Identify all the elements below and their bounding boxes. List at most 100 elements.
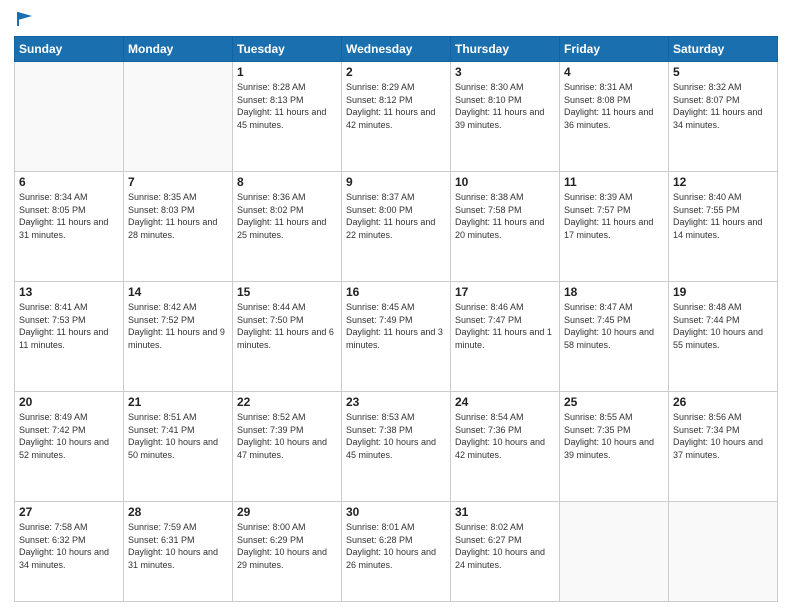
table-row: 12Sunrise: 8:40 AM Sunset: 7:55 PM Dayli… — [669, 172, 778, 282]
table-row — [560, 502, 669, 602]
day-info: Sunrise: 8:28 AM Sunset: 8:13 PM Dayligh… — [237, 81, 337, 131]
day-info: Sunrise: 8:40 AM Sunset: 7:55 PM Dayligh… — [673, 191, 773, 241]
table-row: 4 Sunrise: 8:31 AM Sunset: 8:08 PM Daylig… — [560, 62, 669, 172]
col-monday: Monday — [124, 37, 233, 62]
table-row: 27 Sunrise: 7:58 AM Sunset: 6:32 PM Dayli… — [15, 502, 124, 602]
table-row — [15, 62, 124, 172]
table-row: 1 Sunrise: 8:28 AM Sunset: 8:13 PM Daylig… — [233, 62, 342, 172]
day-info: Sunrise: 8:35 AM Sunset: 8:03 PM Dayligh… — [128, 191, 228, 241]
col-friday: Friday — [560, 37, 669, 62]
table-row: 22Sunrise: 8:52 AM Sunset: 7:39 PM Dayli… — [233, 392, 342, 502]
table-row: 14 Sunrise: 8:42 AM Sunset: 7:52 PM Dayli… — [124, 282, 233, 392]
day-number: 5 — [673, 65, 773, 79]
day-number: 20 — [19, 395, 119, 409]
table-row: 24 Sunrise: 8:54 AM Sunset: 7:36 PM Dayli… — [451, 392, 560, 502]
day-number: 30 — [346, 505, 446, 519]
page: Sunday Monday Tuesday Wednesday Thursday… — [0, 0, 792, 612]
day-info: Sunrise: 8:54 AM Sunset: 7:36 PM Dayligh… — [455, 411, 555, 461]
day-number: 28 — [128, 505, 228, 519]
table-row: 29 Sunrise: 8:00 AM Sunset: 6:29 PM Dayli… — [233, 502, 342, 602]
table-row: 16Sunrise: 8:45 AM Sunset: 7:49 PM Dayli… — [342, 282, 451, 392]
day-number: 7 — [128, 175, 228, 189]
day-info: Sunrise: 8:44 AM Sunset: 7:50 PM Dayligh… — [237, 301, 337, 351]
col-tuesday: Tuesday — [233, 37, 342, 62]
table-row: 17Sunrise: 8:46 AM Sunset: 7:47 PM Dayli… — [451, 282, 560, 392]
calendar-week-row: 6 Sunrise: 8:34 AM Sunset: 8:05 PM Daylig… — [15, 172, 778, 282]
day-info: Sunrise: 8:56 AM Sunset: 7:34 PM Dayligh… — [673, 411, 773, 461]
col-sunday: Sunday — [15, 37, 124, 62]
table-row: 3 Sunrise: 8:30 AM Sunset: 8:10 PM Daylig… — [451, 62, 560, 172]
day-number: 11 — [564, 175, 664, 189]
day-info: Sunrise: 8:49 AM Sunset: 7:42 PM Dayligh… — [19, 411, 119, 461]
day-info: Sunrise: 8:38 AM Sunset: 7:58 PM Dayligh… — [455, 191, 555, 241]
table-row: 26 Sunrise: 8:56 AM Sunset: 7:34 PM Dayli… — [669, 392, 778, 502]
table-row — [124, 62, 233, 172]
col-thursday: Thursday — [451, 37, 560, 62]
table-row: 13 Sunrise: 8:41 AM Sunset: 7:53 PM Dayli… — [15, 282, 124, 392]
col-saturday: Saturday — [669, 37, 778, 62]
logo-flag-icon — [16, 10, 34, 28]
day-number: 3 — [455, 65, 555, 79]
day-info: Sunrise: 8:41 AM Sunset: 7:53 PM Dayligh… — [19, 301, 119, 351]
table-row: 9Sunrise: 8:37 AM Sunset: 8:00 PM Daylig… — [342, 172, 451, 282]
day-info: Sunrise: 8:36 AM Sunset: 8:02 PM Dayligh… — [237, 191, 337, 241]
day-info: Sunrise: 8:42 AM Sunset: 7:52 PM Dayligh… — [128, 301, 228, 351]
table-row: 21Sunrise: 8:51 AM Sunset: 7:41 PM Dayli… — [124, 392, 233, 502]
day-number: 1 — [237, 65, 337, 79]
day-info: Sunrise: 8:29 AM Sunset: 8:12 PM Dayligh… — [346, 81, 446, 131]
day-number: 22 — [237, 395, 337, 409]
day-number: 15 — [237, 285, 337, 299]
day-number: 27 — [19, 505, 119, 519]
day-info: Sunrise: 8:01 AM Sunset: 6:28 PM Dayligh… — [346, 521, 446, 571]
calendar-week-row: 20 Sunrise: 8:49 AM Sunset: 7:42 PM Dayli… — [15, 392, 778, 502]
day-number: 23 — [346, 395, 446, 409]
day-info: Sunrise: 7:58 AM Sunset: 6:32 PM Dayligh… — [19, 521, 119, 571]
table-row: 8 Sunrise: 8:36 AM Sunset: 8:02 PM Daylig… — [233, 172, 342, 282]
day-info: Sunrise: 8:55 AM Sunset: 7:35 PM Dayligh… — [564, 411, 664, 461]
table-row: 18 Sunrise: 8:47 AM Sunset: 7:45 PM Dayli… — [560, 282, 669, 392]
day-number: 24 — [455, 395, 555, 409]
day-info: Sunrise: 8:00 AM Sunset: 6:29 PM Dayligh… — [237, 521, 337, 571]
day-info: Sunrise: 8:34 AM Sunset: 8:05 PM Dayligh… — [19, 191, 119, 241]
table-row: 5Sunrise: 8:32 AM Sunset: 8:07 PM Daylig… — [669, 62, 778, 172]
calendar-week-row: 27 Sunrise: 7:58 AM Sunset: 6:32 PM Dayli… — [15, 502, 778, 602]
day-info: Sunrise: 8:37 AM Sunset: 8:00 PM Dayligh… — [346, 191, 446, 241]
day-number: 6 — [19, 175, 119, 189]
day-number: 29 — [237, 505, 337, 519]
table-row: 28 Sunrise: 7:59 AM Sunset: 6:31 PM Dayli… — [124, 502, 233, 602]
day-number: 26 — [673, 395, 773, 409]
day-info: Sunrise: 8:48 AM Sunset: 7:44 PM Dayligh… — [673, 301, 773, 351]
day-number: 13 — [19, 285, 119, 299]
day-number: 18 — [564, 285, 664, 299]
table-row: 19 Sunrise: 8:48 AM Sunset: 7:44 PM Dayli… — [669, 282, 778, 392]
day-number: 21 — [128, 395, 228, 409]
day-info: Sunrise: 7:59 AM Sunset: 6:31 PM Dayligh… — [128, 521, 228, 571]
day-number: 17 — [455, 285, 555, 299]
day-info: Sunrise: 8:31 AM Sunset: 8:08 PM Dayligh… — [564, 81, 664, 131]
table-row: 23 Sunrise: 8:53 AM Sunset: 7:38 PM Dayli… — [342, 392, 451, 502]
day-number: 19 — [673, 285, 773, 299]
day-info: Sunrise: 8:45 AM Sunset: 7:49 PM Dayligh… — [346, 301, 446, 351]
table-row: 2 Sunrise: 8:29 AM Sunset: 8:12 PM Daylig… — [342, 62, 451, 172]
header — [14, 10, 778, 28]
day-number: 31 — [455, 505, 555, 519]
day-number: 14 — [128, 285, 228, 299]
logo — [14, 10, 34, 28]
day-info: Sunrise: 8:53 AM Sunset: 7:38 PM Dayligh… — [346, 411, 446, 461]
day-info: Sunrise: 8:47 AM Sunset: 7:45 PM Dayligh… — [564, 301, 664, 351]
calendar-header-row: Sunday Monday Tuesday Wednesday Thursday… — [15, 37, 778, 62]
table-row: 30 Sunrise: 8:01 AM Sunset: 6:28 PM Dayli… — [342, 502, 451, 602]
day-info: Sunrise: 8:30 AM Sunset: 8:10 PM Dayligh… — [455, 81, 555, 131]
day-info: Sunrise: 8:39 AM Sunset: 7:57 PM Dayligh… — [564, 191, 664, 241]
table-row: 10Sunrise: 8:38 AM Sunset: 7:58 PM Dayli… — [451, 172, 560, 282]
day-info: Sunrise: 8:02 AM Sunset: 6:27 PM Dayligh… — [455, 521, 555, 571]
day-number: 4 — [564, 65, 664, 79]
calendar-week-row: 13 Sunrise: 8:41 AM Sunset: 7:53 PM Dayli… — [15, 282, 778, 392]
table-row: 31 Sunrise: 8:02 AM Sunset: 6:27 PM Dayli… — [451, 502, 560, 602]
day-number: 2 — [346, 65, 446, 79]
table-row: 15 Sunrise: 8:44 AM Sunset: 7:50 PM Dayli… — [233, 282, 342, 392]
day-number: 25 — [564, 395, 664, 409]
table-row: 20 Sunrise: 8:49 AM Sunset: 7:42 PM Dayli… — [15, 392, 124, 502]
day-number: 8 — [237, 175, 337, 189]
table-row: 11 Sunrise: 8:39 AM Sunset: 7:57 PM Dayli… — [560, 172, 669, 282]
